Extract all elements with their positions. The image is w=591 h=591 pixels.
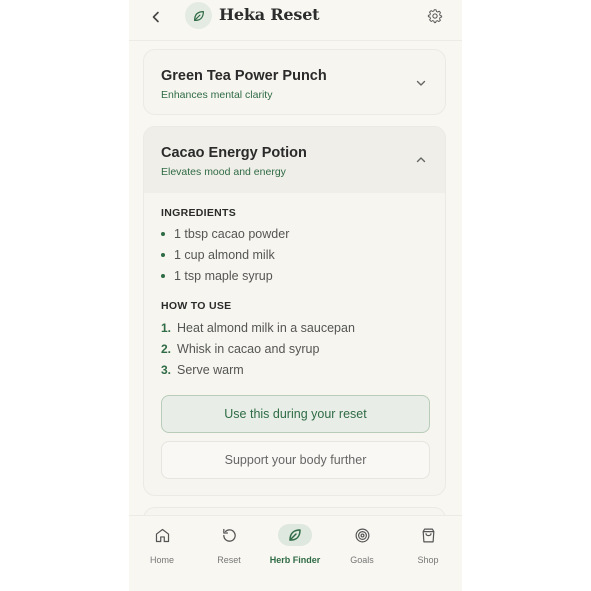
ingredient-text: 1 cup almond milk [174,248,275,262]
step-text: Heat almond milk in a saucepan [177,321,355,335]
nav-item-reset[interactable]: Reset [199,524,259,570]
step-item: 1. Heat almond milk in a saucepan [161,321,355,335]
recipe-subtitle: Elevates mood and energy [161,166,286,178]
nav-label: Shop [417,555,439,565]
nav-item-home[interactable]: Home [132,524,192,570]
step-text: Whisk in cacao and syrup [177,342,320,356]
use-during-reset-button[interactable]: Use this during your reset [161,395,430,433]
support-body-button[interactable]: Support your body further [161,441,430,479]
leaf-icon [289,529,301,541]
nav-icon-wrap [411,524,445,546]
recipe-card-header[interactable]: Cacao Energy Potion Elevates mood and en… [144,127,445,193]
nav-item-goals[interactable]: Goals [332,524,392,570]
recipe-title: Cacao Energy Potion [161,145,307,161]
step-number: 2. [161,342,172,356]
nav-label: Home [149,555,174,565]
rotate-ccw-icon [222,528,236,542]
recipe-title: Green Tea Power Punch [161,68,327,84]
app-header: Heka Reset [129,0,462,41]
chevron-up-icon[interactable] [415,154,427,166]
app-screen: Heka Reset Green Tea Power Punch Enhance… [129,0,462,591]
nav-icon-wrap [345,524,379,546]
chevron-down-icon[interactable] [415,77,427,89]
ingredient-text: 1 tbsp cacao powder [174,227,290,241]
ingredient-item: 1 tsp maple syrup [161,269,273,283]
recipe-card-cacao: Cacao Energy Potion Elevates mood and en… [143,126,446,496]
bullet-dot [161,274,165,278]
recipe-card-green-tea: Green Tea Power Punch Enhances mental cl… [143,49,446,115]
home-icon [155,528,169,542]
step-item: 2. Whisk in cacao and syrup [161,342,319,356]
nav-icon-wrap [278,524,312,546]
nav-label: Reset [217,555,241,565]
gear-icon [427,9,443,24]
bullet-dot [161,253,165,257]
leaf-icon [193,10,204,21]
ingredient-text: 1 tsp maple syrup [174,269,273,283]
logo-badge [185,2,212,29]
nav-item-herb-finder[interactable]: Herb Finder [265,524,325,570]
chevron-left-icon [152,11,159,23]
back-button[interactable] [145,6,167,28]
step-text: Serve warm [177,363,244,377]
recipe-card-header[interactable]: Green Tea Power Punch Enhances mental cl… [144,50,445,116]
bottom-nav: Home Reset Herb Finder Goals Shop [129,515,462,591]
bullet-dot [161,232,165,236]
recipe-subtitle: Enhances mental clarity [161,89,273,101]
settings-button[interactable] [424,5,446,27]
nav-icon-wrap [212,524,246,546]
app-title: Heka Reset [219,5,320,24]
nav-label: Goals [350,555,374,565]
step-number: 1. [161,321,172,335]
ingredient-item: 1 tbsp cacao powder [161,227,289,241]
step-item: 3. Serve warm [161,363,244,377]
nav-icon-wrap [145,524,179,546]
how-to-use-heading: HOW TO USE [161,300,232,312]
ingredient-item: 1 cup almond milk [161,248,275,262]
step-number: 3. [161,363,172,377]
ingredients-heading: INGREDIENTS [161,207,237,219]
shopping-bag-icon [422,528,434,542]
target-icon [355,528,369,542]
nav-label: Herb Finder [269,555,321,565]
nav-item-shop[interactable]: Shop [398,524,458,570]
